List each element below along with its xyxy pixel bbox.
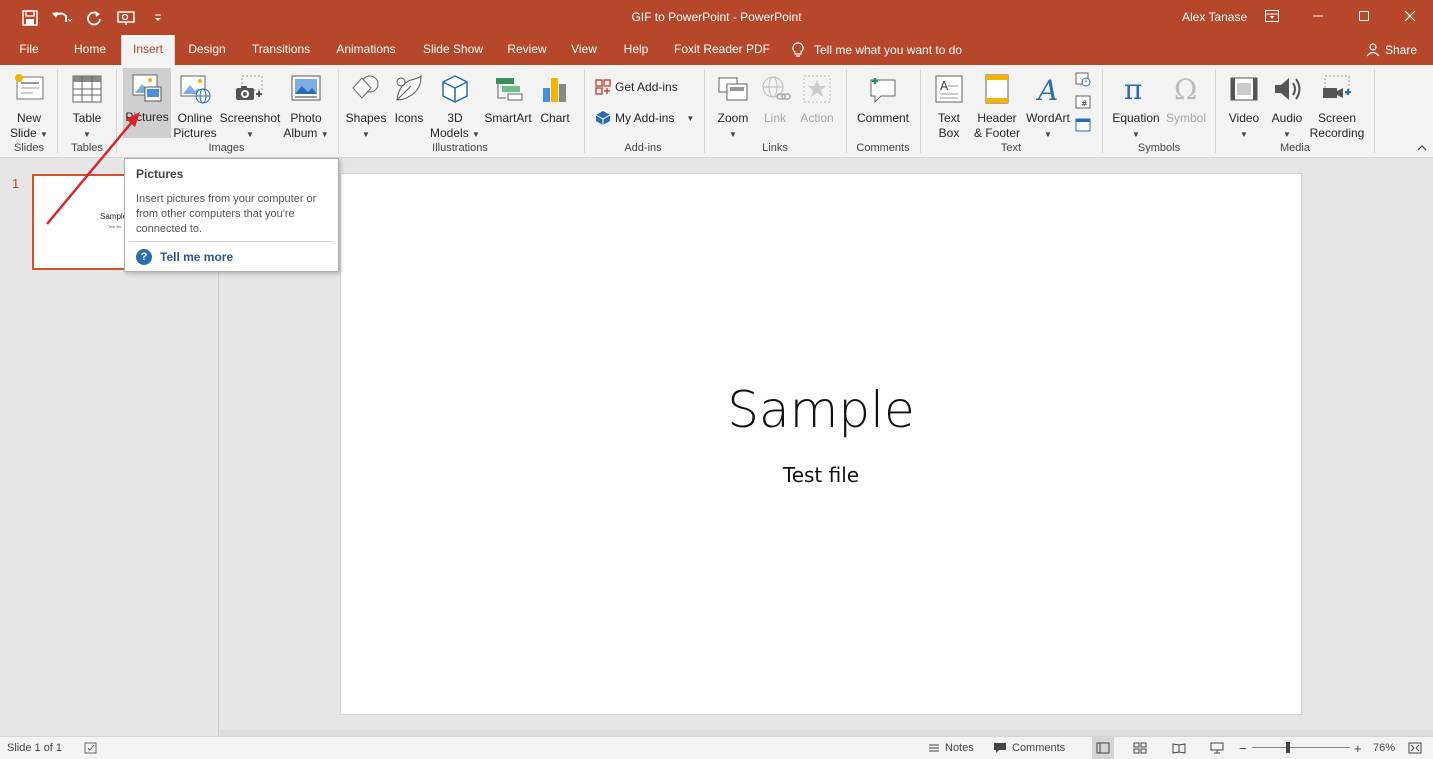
spelling-check-button[interactable] bbox=[84, 737, 98, 759]
reading-view-button[interactable] bbox=[1172, 737, 1186, 759]
fit-window-icon bbox=[1408, 742, 1422, 754]
slide-sorter-icon bbox=[1133, 742, 1147, 754]
zoom-level[interactable]: 76% bbox=[1373, 737, 1395, 759]
spelling-icon bbox=[84, 742, 97, 754]
slide-show-icon bbox=[1210, 742, 1224, 754]
comments-label: Comments bbox=[1012, 742, 1066, 754]
notes-label: Notes bbox=[945, 742, 974, 754]
zoom-slider-thumb[interactable] bbox=[1286, 742, 1290, 753]
comments-button[interactable]: Comments bbox=[993, 737, 1065, 759]
zoom-in-button[interactable]: + bbox=[1354, 737, 1362, 759]
annotation-arrow bbox=[46, 112, 140, 225]
slide-sorter-button[interactable] bbox=[1133, 737, 1147, 759]
slide-count: Slide 1 of 1 bbox=[7, 742, 63, 754]
normal-view-icon bbox=[1096, 742, 1110, 754]
zoom-slider-track[interactable] bbox=[1252, 747, 1350, 748]
notes-button[interactable]: Notes bbox=[928, 737, 974, 759]
comments-icon bbox=[994, 743, 1006, 753]
status-bar: Slide 1 of 1 Notes Comments − + 76% bbox=[0, 736, 1433, 759]
zoom-out-button[interactable]: − bbox=[1239, 737, 1247, 759]
fit-to-window-button[interactable] bbox=[1408, 737, 1422, 759]
normal-view-button[interactable] bbox=[1092, 737, 1114, 759]
notes-icon bbox=[929, 744, 939, 752]
reading-view-icon bbox=[1172, 743, 1186, 754]
slide-show-button[interactable] bbox=[1210, 737, 1224, 759]
